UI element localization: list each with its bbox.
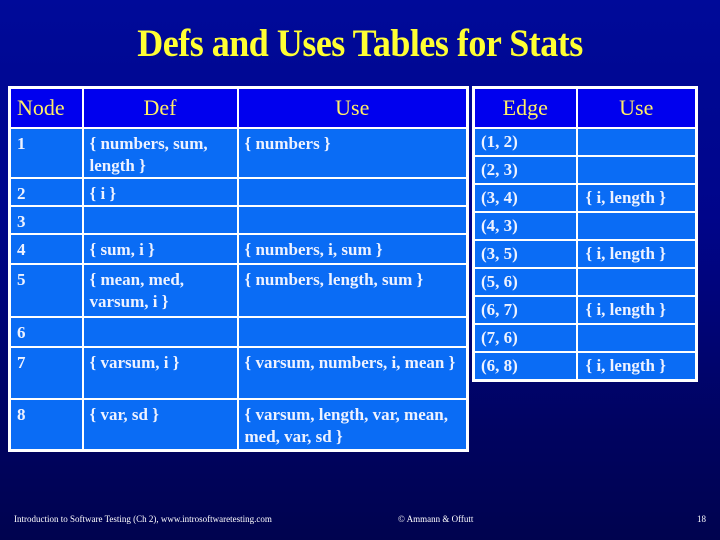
use-cell	[575, 266, 698, 297]
footer-copyright: © Ammann & Offutt	[398, 514, 474, 524]
table-header-row: Node Def Use	[8, 86, 469, 129]
use-cell	[575, 210, 698, 241]
edge-uses-table: Edge Use (1, 2) (2, 3) (3, 4) { i, lengt…	[472, 86, 698, 382]
use-cell: { i, length }	[575, 294, 698, 325]
def-cell: { numbers, sum, length }	[81, 126, 239, 179]
footer-course-credit: Introduction to Software Testing (Ch 2),…	[14, 514, 272, 524]
use-cell: { numbers, i, sum }	[236, 232, 469, 265]
edge-cell: (5, 6)	[472, 266, 578, 297]
table-row: (4, 3)	[472, 210, 698, 241]
use-cell: { numbers }	[236, 126, 469, 179]
header-def: Def	[81, 86, 239, 129]
table-row: 4 { sum, i } { numbers, i, sum }	[8, 232, 469, 265]
table-row: 2 { i }	[8, 176, 469, 207]
edge-cell: (6, 7)	[472, 294, 578, 325]
page-number: 18	[697, 514, 706, 524]
def-cell: { i }	[81, 176, 239, 207]
def-cell: { varsum, i }	[81, 345, 239, 400]
header-use: Use	[236, 86, 469, 129]
table-row: 7 { varsum, i } { varsum, numbers, i, me…	[8, 345, 469, 400]
table-row: (6, 8) { i, length }	[472, 350, 698, 381]
table-row: 8 { var, sd } { varsum, length, var, mea…	[8, 397, 469, 452]
node-defs-uses-table: Node Def Use 1 { numbers, sum, length } …	[8, 86, 469, 452]
table-row: 3	[8, 204, 469, 235]
def-cell: { mean, med, varsum, i }	[81, 262, 239, 318]
header-node: Node	[8, 86, 84, 129]
use-cell: { varsum, length, var, mean, med, var, s…	[236, 397, 469, 452]
edge-cell: (6, 8)	[472, 350, 578, 381]
use-cell	[236, 204, 469, 235]
node-cell: 7	[8, 345, 84, 400]
table-row: 6	[8, 315, 469, 348]
table-row: (7, 6)	[472, 322, 698, 353]
table-row: (6, 7) { i, length }	[472, 294, 698, 325]
slide-title: Defs and Uses Tables for Stats	[137, 21, 583, 65]
edge-cell: (4, 3)	[472, 210, 578, 241]
use-cell	[236, 176, 469, 207]
use-cell: { i, length }	[575, 182, 698, 213]
header-use: Use	[575, 86, 698, 129]
table-row: (1, 2)	[472, 126, 698, 157]
table-row: 1 { numbers, sum, length } { numbers }	[8, 126, 469, 179]
table-row: 5 { mean, med, varsum, i } { numbers, le…	[8, 262, 469, 318]
table-row: (3, 4) { i, length }	[472, 182, 698, 213]
use-cell: { numbers, length, sum }	[236, 262, 469, 318]
def-cell: { var, sd }	[81, 397, 239, 452]
def-cell	[81, 315, 239, 348]
use-cell	[236, 315, 469, 348]
def-cell	[81, 204, 239, 235]
node-cell: 8	[8, 397, 84, 452]
def-cell: { sum, i }	[81, 232, 239, 265]
use-cell: { varsum, numbers, i, mean }	[236, 345, 469, 400]
use-cell: { i, length }	[575, 350, 698, 381]
header-edge: Edge	[472, 86, 578, 129]
edge-cell: (1, 2)	[472, 126, 578, 157]
table-row: (5, 6)	[472, 266, 698, 297]
use-cell	[575, 126, 698, 157]
table-row: (3, 5) { i, length }	[472, 238, 698, 269]
node-cell: 2	[8, 176, 84, 207]
node-cell: 6	[8, 315, 84, 348]
table-header-row: Edge Use	[472, 86, 698, 129]
node-cell: 5	[8, 262, 84, 318]
node-cell: 4	[8, 232, 84, 265]
edge-cell: (2, 3)	[472, 154, 578, 185]
node-cell: 1	[8, 126, 84, 179]
use-cell: { i, length }	[575, 238, 698, 269]
edge-cell: (3, 4)	[472, 182, 578, 213]
edge-cell: (7, 6)	[472, 322, 578, 353]
use-cell	[575, 154, 698, 185]
use-cell	[575, 322, 698, 353]
node-cell: 3	[8, 204, 84, 235]
edge-cell: (3, 5)	[472, 238, 578, 269]
table-row: (2, 3)	[472, 154, 698, 185]
